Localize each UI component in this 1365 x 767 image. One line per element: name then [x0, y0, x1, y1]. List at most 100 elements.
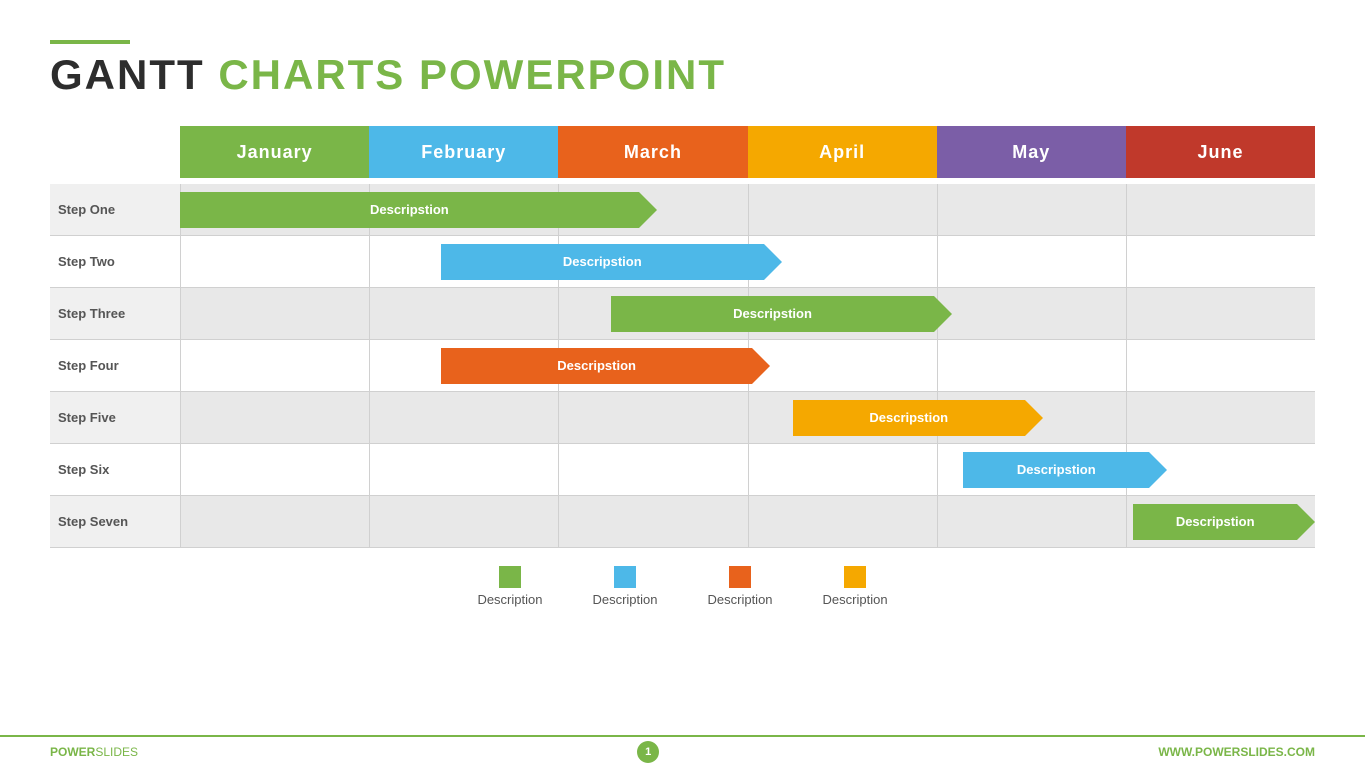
gantt-cell	[937, 288, 1126, 339]
gantt-cell	[180, 444, 369, 495]
legend-item-4: Description	[823, 566, 888, 607]
gantt-cells-row-6: Descripstion	[180, 444, 1315, 495]
gantt-cells-row-2: Descripstion	[180, 236, 1315, 287]
gantt-cell	[748, 444, 937, 495]
gantt-cell	[937, 340, 1126, 391]
legend-color-box	[729, 566, 751, 588]
bar-row-3: Descripstion	[611, 296, 952, 332]
gantt-cell	[180, 288, 369, 339]
gantt-cell	[748, 340, 937, 391]
legend-item-3: Description	[708, 566, 773, 607]
bar-row-5: Descripstion	[793, 400, 1043, 436]
table-row: Step Seven Descripstion	[50, 496, 1315, 548]
title-black: GANTT	[50, 51, 205, 98]
legend-item-1: Description	[477, 566, 542, 607]
step-label-5: Step Five	[50, 410, 180, 425]
step-label-4: Step Four	[50, 358, 180, 373]
gantt-cells-row-1: Descripstion	[180, 184, 1315, 235]
gantt-cell	[1126, 236, 1315, 287]
gantt-cell	[1126, 340, 1315, 391]
footer-brand: POWERSLIDES	[50, 745, 138, 759]
header: GANTT CHARTS POWERPOINT	[0, 0, 1365, 116]
month-header-february: February	[369, 126, 558, 178]
table-row: Step Four Descripstion	[50, 340, 1315, 392]
bar-body: Descripstion	[611, 296, 934, 332]
bar-arrow-icon	[639, 192, 657, 228]
footer: POWERSLIDES 1 WWW.POWERSLIDES.COM	[0, 735, 1365, 767]
gantt-cell	[369, 444, 558, 495]
legend-label: Description	[592, 592, 657, 607]
footer-brand-bold: POWER	[50, 745, 95, 759]
gantt-cell	[1126, 288, 1315, 339]
legend: Description Description Description Descrip…	[0, 566, 1365, 607]
gantt-cell	[748, 496, 937, 547]
page-number-badge: 1	[637, 741, 659, 763]
step-label-2: Step Two	[50, 254, 180, 269]
gantt-cell	[937, 236, 1126, 287]
gantt-table: Step OneDescripstionStep TwoDescripstion…	[50, 184, 1315, 548]
month-header-may: May	[937, 126, 1126, 178]
month-header-june: June	[1126, 126, 1315, 178]
step-label-3: Step Three	[50, 306, 180, 321]
bar-arrow-icon	[764, 244, 782, 280]
legend-label: Description	[477, 592, 542, 607]
bar-body: Descripstion	[793, 400, 1025, 436]
table-row: Step Three Descripstion	[50, 288, 1315, 340]
month-header-april: April	[748, 126, 937, 178]
legend-label: Description	[708, 592, 773, 607]
gantt-cell	[1126, 392, 1315, 443]
gantt-cell	[180, 236, 369, 287]
month-header-row: JanuaryFebruaryMarchAprilMayJune	[180, 126, 1315, 178]
legend-color-box	[844, 566, 866, 588]
gantt-cell	[558, 392, 747, 443]
bar-body: Descripstion	[441, 348, 752, 384]
bar-arrow-icon	[1149, 452, 1167, 488]
gantt-cell	[180, 392, 369, 443]
legend-label: Description	[823, 592, 888, 607]
bar-arrow-icon	[752, 348, 770, 384]
gantt-cell	[369, 496, 558, 547]
bar-body: Descripstion	[441, 244, 764, 280]
gantt-cell	[558, 444, 747, 495]
gantt-cell	[369, 288, 558, 339]
month-header-january: January	[180, 126, 369, 178]
bar-arrow-icon	[1297, 504, 1315, 540]
bar-body: Descripstion	[180, 192, 639, 228]
gantt-cells-row-3: Descripstion	[180, 288, 1315, 339]
step-label-7: Step Seven	[50, 514, 180, 529]
table-row: Step OneDescripstion	[50, 184, 1315, 236]
legend-color-box	[614, 566, 636, 588]
footer-center: 1	[138, 741, 1158, 763]
gantt-cells-row-7: Descripstion	[180, 496, 1315, 547]
bar-arrow-icon	[934, 296, 952, 332]
title-green: CHARTS POWERPOINT	[218, 51, 726, 98]
gantt-cell	[180, 496, 369, 547]
bar-row-4: Descripstion	[441, 348, 770, 384]
bar-body: Descripstion	[1133, 504, 1297, 540]
gantt-chart: JanuaryFebruaryMarchAprilMayJune Step On…	[0, 126, 1365, 548]
step-label-1: Step One	[50, 202, 180, 217]
table-row: Step Two Descripstion	[50, 236, 1315, 288]
gantt-cell	[748, 184, 937, 235]
legend-item-2: Description	[592, 566, 657, 607]
table-row: Step Six Descripstion	[50, 444, 1315, 496]
footer-brand-light: SLIDES	[95, 745, 138, 759]
gantt-cell	[937, 184, 1126, 235]
legend-color-box	[499, 566, 521, 588]
bar-arrow-icon	[1025, 400, 1043, 436]
footer-url: WWW.POWERSLIDES.COM	[1158, 745, 1315, 759]
month-header-march: March	[558, 126, 747, 178]
bar-body: Descripstion	[963, 452, 1149, 488]
bar-row-2: Descripstion	[441, 244, 782, 280]
bar-row-7: Descripstion	[1133, 504, 1315, 540]
page-title: GANTT CHARTS POWERPOINT	[50, 54, 1315, 96]
step-label-6: Step Six	[50, 462, 180, 477]
table-row: Step Five Descripstion	[50, 392, 1315, 444]
gantt-cell	[180, 340, 369, 391]
gantt-cells-row-4: Descripstion	[180, 340, 1315, 391]
bar-row-6: Descripstion	[963, 452, 1167, 488]
gantt-cell	[1126, 184, 1315, 235]
header-accent-line	[50, 40, 130, 44]
gantt-cell	[369, 392, 558, 443]
gantt-cell	[937, 496, 1126, 547]
